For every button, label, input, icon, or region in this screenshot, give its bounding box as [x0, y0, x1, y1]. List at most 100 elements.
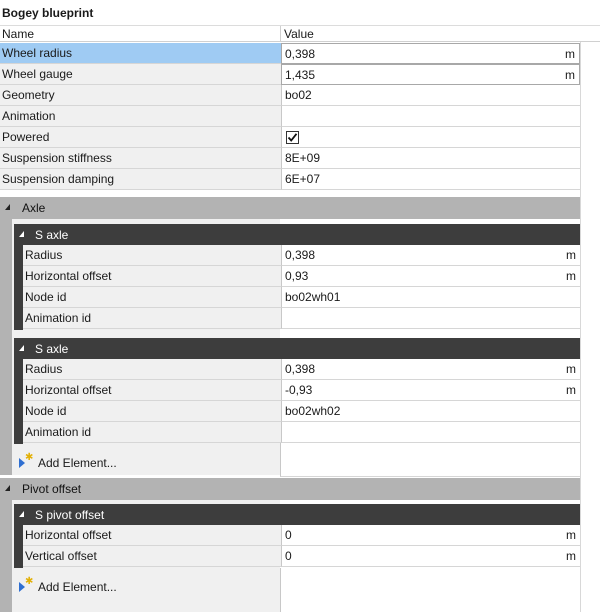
value-input[interactable]: 0,398 m: [281, 359, 580, 380]
row-horizontal-offset[interactable]: Horizontal offset 0 m: [23, 525, 580, 546]
group-rail: [0, 500, 12, 612]
collapse-triangle-icon[interactable]: [5, 485, 10, 491]
row-name[interactable]: Horizontal offset: [23, 380, 281, 401]
row-powered[interactable]: Powered: [0, 127, 580, 148]
row-horizontal-offset[interactable]: Horizontal offset -0,93 m: [23, 380, 580, 401]
value-text: 1,435: [285, 68, 316, 82]
value-text: 0,398: [285, 248, 316, 262]
group-label: Pivot offset: [22, 482, 82, 496]
group-header-axle[interactable]: Axle: [0, 197, 580, 219]
value-text: 8E+09: [285, 151, 321, 165]
value-input[interactable]: 8E+09: [281, 148, 580, 169]
item-label: S axle: [35, 342, 69, 356]
value-input[interactable]: [281, 106, 580, 127]
add-element-button[interactable]: ✱ Add Element...: [19, 575, 219, 599]
collapse-triangle-icon[interactable]: [5, 204, 10, 210]
collapse-triangle-icon[interactable]: [19, 511, 24, 517]
row-name[interactable]: Animation: [0, 106, 281, 127]
item-rail: [14, 360, 23, 444]
value-cell: [281, 127, 580, 148]
row-name[interactable]: Powered: [0, 127, 281, 148]
column-divider[interactable]: [280, 26, 281, 42]
row-wheel-radius[interactable]: Wheel radius 0,398 m: [0, 43, 580, 64]
right-gutter: [580, 42, 600, 612]
row-name[interactable]: Vertical offset: [23, 546, 281, 567]
row-vertical-offset[interactable]: Vertical offset 0 m: [23, 546, 580, 567]
add-element-value-cell: [280, 568, 580, 612]
row-name[interactable]: Suspension stiffness: [0, 148, 281, 169]
row-name[interactable]: Node id: [23, 401, 281, 422]
value-input[interactable]: bo02wh02: [281, 401, 580, 422]
row-radius[interactable]: Radius 0,398 m: [23, 245, 580, 266]
unit-label: m: [566, 269, 576, 283]
row-name[interactable]: Node id: [23, 287, 281, 308]
row-name[interactable]: Horizontal offset: [23, 525, 281, 546]
panel-title: Bogey blueprint: [0, 0, 600, 24]
item-rail: [14, 526, 23, 568]
value-input[interactable]: 1,435 m: [281, 64, 580, 85]
value-text: bo02: [285, 88, 312, 102]
item-header-s-pivot-offset[interactable]: S pivot offset: [14, 504, 580, 526]
collapse-triangle-icon[interactable]: [19, 231, 24, 237]
value-input[interactable]: 0,398 m: [281, 245, 580, 266]
unit-label: m: [565, 68, 575, 82]
item-header-s-axle-2[interactable]: S axle: [14, 338, 580, 360]
value-text: 0,398: [285, 47, 316, 61]
group-header-pivot-offset[interactable]: Pivot offset: [0, 478, 580, 500]
unit-label: m: [566, 528, 576, 542]
value-input[interactable]: 6E+07: [281, 169, 580, 190]
row-name[interactable]: Suspension damping: [0, 169, 281, 190]
row-animation-id[interactable]: Animation id: [23, 422, 580, 443]
value-text: 0,93: [285, 269, 309, 283]
row-radius[interactable]: Radius 0,398 m: [23, 359, 580, 380]
value-input[interactable]: 0 m: [281, 546, 580, 567]
value-input[interactable]: bo02wh01: [281, 287, 580, 308]
item-label: S pivot offset: [35, 508, 105, 522]
row-name[interactable]: Radius: [23, 359, 281, 380]
value-text: 0: [285, 549, 292, 563]
item-header-s-axle-1[interactable]: S axle: [14, 224, 580, 246]
row-wheel-gauge[interactable]: Wheel gauge 1,435 m: [0, 64, 580, 85]
row-name[interactable]: Geometry: [0, 85, 281, 106]
row-animation[interactable]: Animation: [0, 106, 580, 127]
row-geometry[interactable]: Geometry bo02: [0, 85, 580, 106]
row-name[interactable]: Wheel radius: [0, 43, 281, 64]
column-header-value[interactable]: Value: [284, 26, 314, 42]
row-node-id[interactable]: Node id bo02wh01: [23, 287, 580, 308]
value-input[interactable]: 0,93 m: [281, 266, 580, 287]
value-input[interactable]: -0,93 m: [281, 380, 580, 401]
group-label: Axle: [22, 201, 46, 215]
value-input[interactable]: [281, 422, 580, 443]
row-suspension-damping[interactable]: Suspension damping 6E+07: [0, 169, 580, 190]
item-label: S axle: [35, 228, 69, 242]
row-name[interactable]: Animation id: [23, 422, 281, 443]
column-header-row: Name Value: [0, 25, 600, 42]
value-text: -0,93: [285, 383, 313, 397]
value-text: 6E+07: [285, 172, 321, 186]
powered-checkbox[interactable]: [286, 131, 299, 144]
row-name[interactable]: Animation id: [23, 308, 281, 329]
row-name[interactable]: Wheel gauge: [0, 64, 281, 85]
row-name[interactable]: Radius: [23, 245, 281, 266]
row-animation-id[interactable]: Animation id: [23, 308, 580, 329]
row-name[interactable]: Horizontal offset: [23, 266, 281, 287]
column-header-name[interactable]: Name: [2, 26, 34, 42]
add-sparkle-icon: ✱: [25, 576, 34, 587]
value-input[interactable]: 0 m: [281, 525, 580, 546]
add-element-button[interactable]: ✱ Add Element...: [19, 451, 219, 475]
add-element-label: Add Element...: [38, 456, 117, 470]
value-text: bo02wh02: [285, 404, 341, 418]
group-rail: [0, 219, 12, 475]
value-input[interactable]: 0,398 m: [281, 43, 580, 64]
row-suspension-stiffness[interactable]: Suspension stiffness 8E+09: [0, 148, 580, 169]
value-text: bo02wh01: [285, 290, 341, 304]
row-horizontal-offset[interactable]: Horizontal offset 0,93 m: [23, 266, 580, 287]
value-text: 0,398: [285, 362, 316, 376]
checkmark-icon: [287, 133, 298, 142]
unit-label: m: [566, 549, 576, 563]
value-input[interactable]: bo02: [281, 85, 580, 106]
unit-label: m: [565, 47, 575, 61]
value-input[interactable]: [281, 308, 580, 329]
row-node-id[interactable]: Node id bo02wh02: [23, 401, 580, 422]
collapse-triangle-icon[interactable]: [19, 345, 24, 351]
